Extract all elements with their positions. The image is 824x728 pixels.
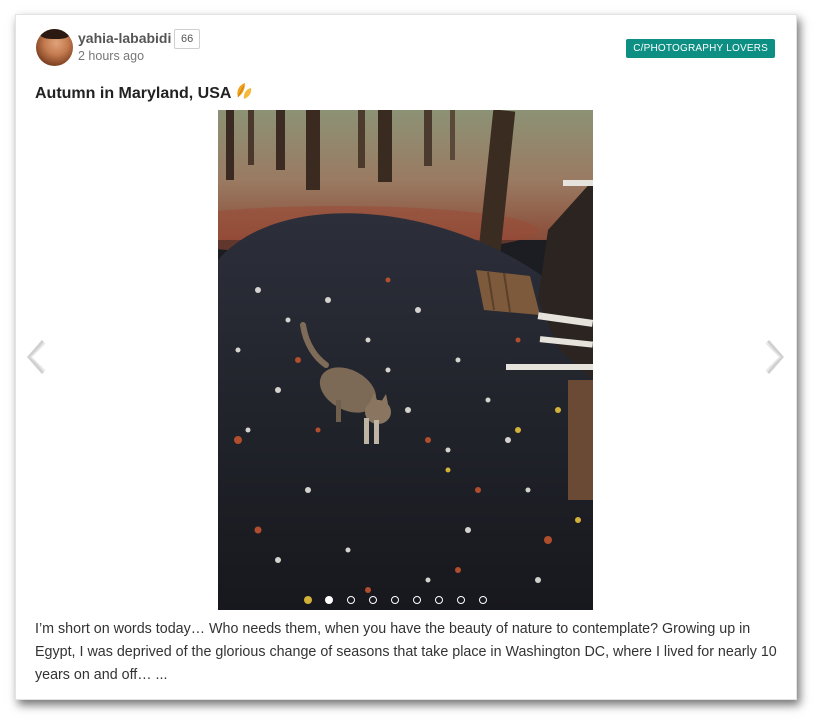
chevron-left-icon (27, 340, 46, 374)
post-title[interactable]: Autumn in Maryland, USA (35, 82, 255, 105)
post-timestamp: 2 hours ago (78, 49, 145, 63)
post-title-text: Autumn in Maryland, USA (35, 85, 232, 102)
gallery-dot-1[interactable] (324, 596, 333, 604)
leaf-emoji-icon (235, 82, 255, 105)
gallery-dot-6[interactable] (434, 596, 443, 604)
gallery-dot-4[interactable] (390, 596, 399, 604)
gallery-dot-8[interactable] (478, 596, 487, 604)
post-card: yahia-lababidi 66 2 hours ago C/PHOTOGRA… (15, 14, 797, 700)
autumn-photo-image (218, 110, 593, 610)
author-username[interactable]: yahia-lababidi (78, 30, 171, 46)
gallery-prev-button[interactable] (23, 337, 49, 377)
gallery-dots (218, 596, 593, 604)
gallery-dot-5[interactable] (412, 596, 421, 604)
reputation-badge: 66 (174, 29, 201, 49)
community-tag[interactable]: C/PHOTOGRAPHY LOVERS (626, 39, 775, 58)
gallery-dot-3[interactable] (368, 596, 377, 604)
gallery-next-button[interactable] (762, 337, 788, 377)
post-photo[interactable] (218, 110, 593, 610)
post-body: I’m short on words today… Who needs them… (35, 621, 777, 683)
chevron-right-icon (765, 340, 784, 374)
author-avatar[interactable] (36, 29, 73, 66)
gallery-dot-7[interactable] (456, 596, 465, 604)
gallery-dot-2[interactable] (346, 596, 355, 604)
avatar-hair (40, 29, 70, 39)
